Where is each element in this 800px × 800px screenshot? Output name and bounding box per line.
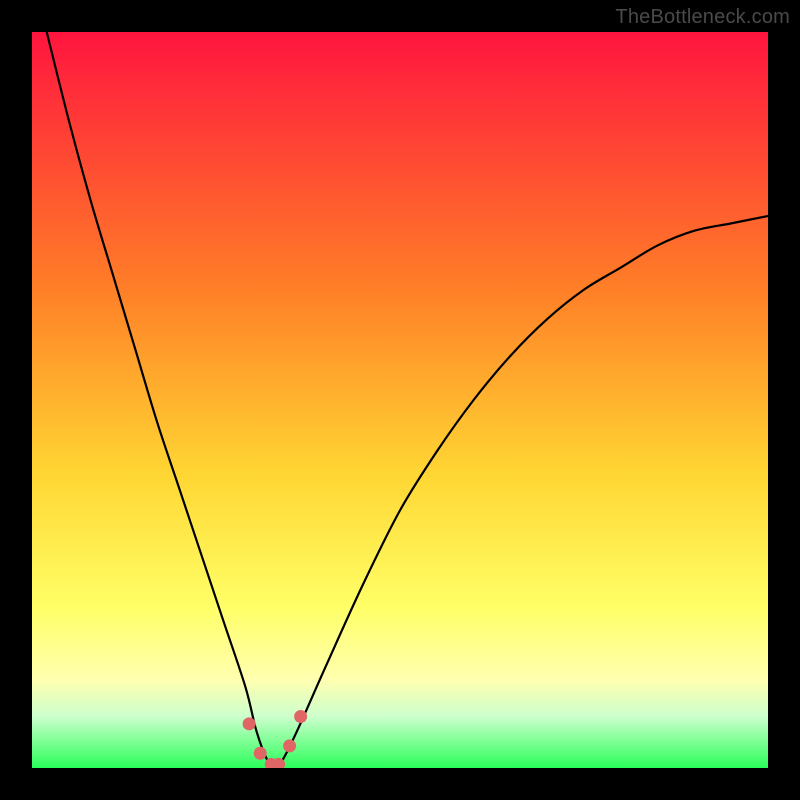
marker-dot: [243, 717, 256, 730]
marker-dot: [283, 739, 296, 752]
marker-dot: [294, 710, 307, 723]
plot-area: [32, 32, 768, 768]
bottleneck-chart: [32, 32, 768, 768]
gradient-background: [32, 32, 768, 768]
marker-dot: [254, 747, 267, 760]
outer-frame: TheBottleneck.com: [0, 0, 800, 800]
watermark-text: TheBottleneck.com: [615, 6, 790, 29]
